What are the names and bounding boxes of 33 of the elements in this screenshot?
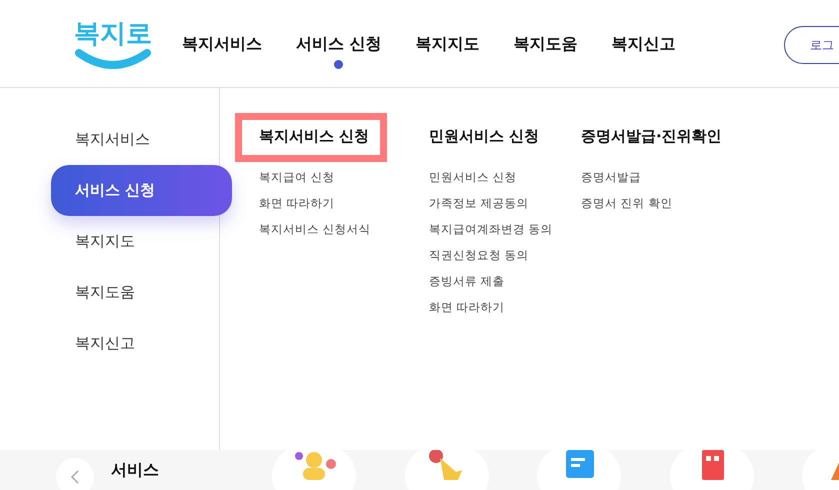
submenu-link[interactable]: 민원서비스 신청	[412, 164, 564, 190]
smile-icon	[75, 48, 151, 68]
nav-item[interactable]: 서비스 신청	[296, 18, 382, 68]
building-icon[interactable]	[670, 446, 754, 490]
submenu-link[interactable]: 복지서비스 신청서식	[242, 216, 412, 242]
submenu-link[interactable]: 직권신청요청 동의	[412, 242, 564, 268]
side-menu-item[interactable]: 복지지도	[51, 216, 232, 267]
submenu-link[interactable]: 가족정보 제공동의	[412, 190, 564, 216]
submenu-heading[interactable]: 복지서비스 신청	[235, 113, 388, 162]
side-menu-item[interactable]: 복지서비스	[51, 114, 232, 165]
submenu-link[interactable]: 복지급여 신청	[242, 164, 412, 190]
submenu-link[interactable]: 화면 따라하기	[242, 190, 412, 216]
submenu-link[interactable]: 증명서발급	[564, 164, 716, 190]
document-icon[interactable]	[537, 446, 621, 490]
submenu-link[interactable]: 화면 따라하기	[412, 294, 564, 320]
side-menu-item[interactable]: 복지도움	[51, 267, 232, 318]
submenu-link[interactable]: 증빙서류 제출	[412, 268, 564, 294]
submenu-link[interactable]: 증명서 진위 확인	[564, 190, 716, 216]
login-button[interactable]: 로그	[784, 26, 839, 64]
logo-text: 복지로	[74, 18, 152, 48]
person-icon[interactable]	[272, 446, 356, 490]
submenu-heading[interactable]: 증명서발급·진위확인	[557, 113, 740, 162]
previous-button[interactable]	[56, 458, 94, 490]
submenu-link[interactable]: 복지급여계좌변경 동의	[412, 216, 564, 242]
section-title: 서비스	[111, 460, 159, 480]
nav-item[interactable]: 복지도움	[514, 18, 578, 68]
submenu-heading[interactable]: 민원서비스 신청	[405, 113, 558, 162]
chevron-left-icon	[70, 470, 80, 484]
nav-item[interactable]: 복지신고	[612, 18, 676, 68]
nav-item[interactable]: 복지지도	[416, 18, 480, 68]
side-menu-item[interactable]: 복지신고	[51, 318, 232, 369]
side-menu-item[interactable]: 서비스 신청	[51, 165, 232, 216]
nav-item[interactable]: 복지서비스	[182, 18, 262, 68]
